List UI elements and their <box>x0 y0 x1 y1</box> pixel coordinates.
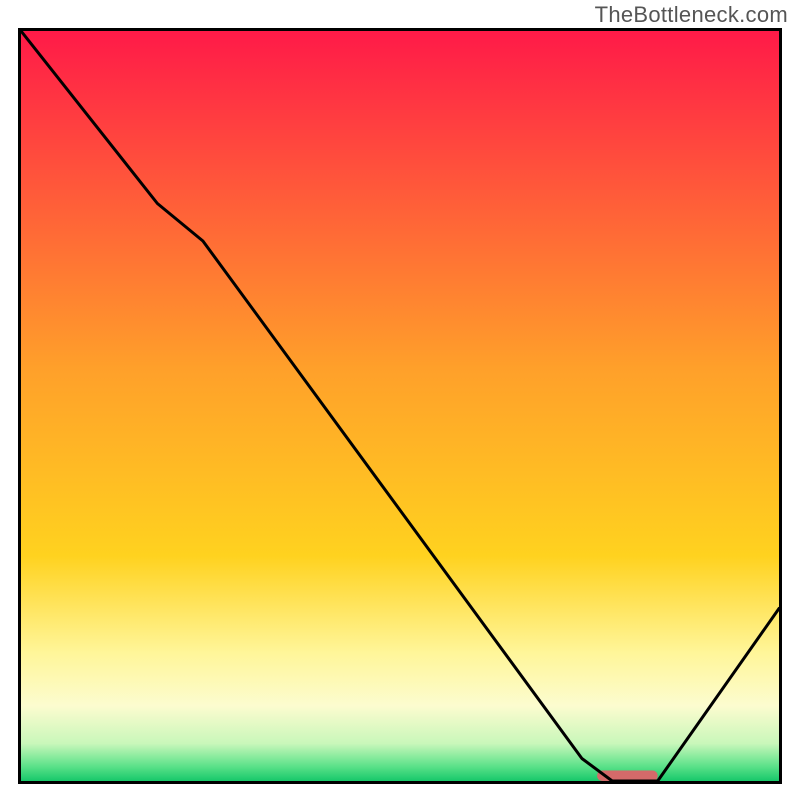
watermark-text: TheBottleneck.com <box>595 2 788 28</box>
chart-container: TheBottleneck.com <box>0 0 800 800</box>
plot-frame <box>18 28 782 784</box>
background-gradient <box>21 31 779 781</box>
plot-svg <box>21 31 779 781</box>
